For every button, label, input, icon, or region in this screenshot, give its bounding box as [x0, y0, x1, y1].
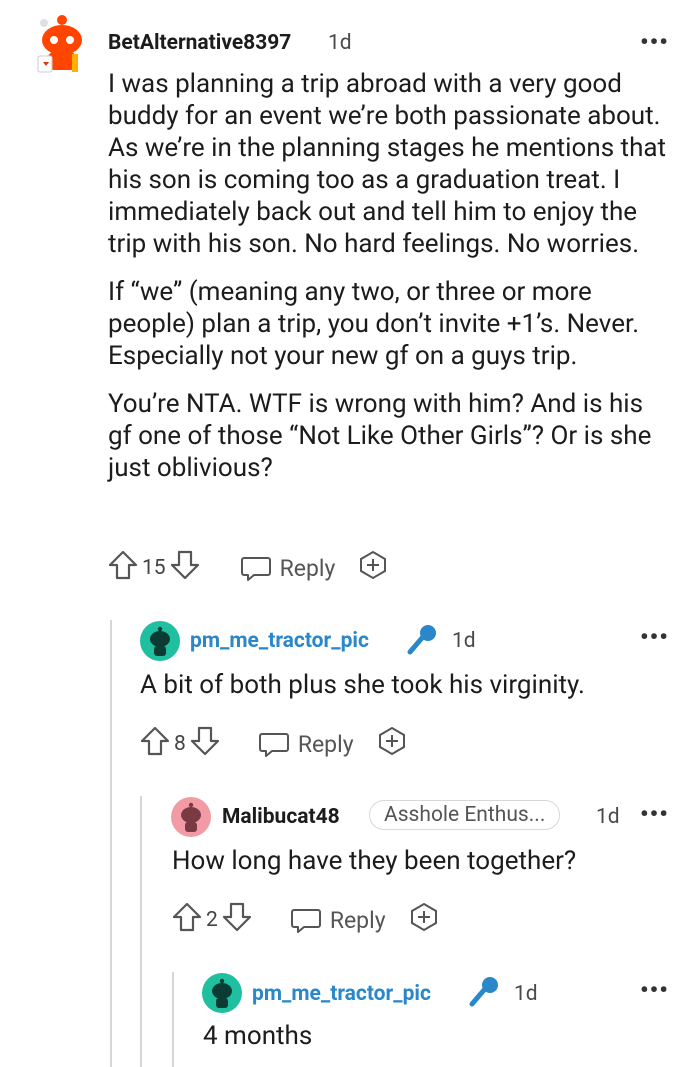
comment-body: A bit of both plus she took his virginit…	[140, 670, 585, 700]
upvote-icon[interactable]	[140, 725, 170, 763]
snoo-avatar-icon	[202, 973, 242, 1013]
more-options-icon[interactable]: •••	[640, 800, 669, 828]
award-icon[interactable]	[376, 725, 408, 763]
downvote-icon[interactable]	[222, 901, 252, 939]
downvote-icon[interactable]	[170, 549, 200, 587]
user-avatar[interactable]	[140, 621, 180, 661]
thread-line	[110, 620, 112, 1067]
comment-body: 4 months	[203, 1021, 313, 1051]
snoo-avatar-icon	[37, 15, 82, 73]
reply-icon	[258, 733, 289, 757]
more-options-icon[interactable]: •••	[640, 28, 669, 56]
snoo-avatar-icon	[171, 797, 211, 837]
user-avatar[interactable]	[202, 973, 242, 1013]
snoo-avatar-icon	[140, 621, 180, 661]
vote-count: 15	[142, 556, 166, 580]
comment-actions: 8 Reply	[140, 726, 408, 762]
comment-paragraph: I was planning a trip abroad with a very…	[108, 69, 667, 259]
reply-button[interactable]: Reply	[258, 729, 354, 759]
op-mic-icon	[466, 974, 502, 1014]
comment-timestamp: 1d	[328, 31, 352, 55]
reply-label: Reply	[279, 554, 336, 582]
reply-button[interactable]: Reply	[240, 553, 336, 583]
award-icon[interactable]	[408, 901, 440, 939]
reply-label: Reply	[329, 906, 386, 934]
reply-button[interactable]: Reply	[290, 905, 386, 935]
award-icon[interactable]	[357, 549, 389, 587]
comment-actions: 15 Reply	[108, 550, 389, 586]
reply-label: Reply	[297, 730, 354, 758]
user-avatar[interactable]	[34, 14, 90, 76]
comment-paragraph: You’re NTA. WTF is wrong with him? And i…	[108, 389, 652, 483]
comment-body: I was planning a trip abroad with a very…	[108, 68, 668, 484]
reply-icon	[290, 909, 321, 933]
comment-body: How long have they been together?	[172, 846, 577, 876]
comment-timestamp: 1d	[452, 629, 476, 653]
vote-count: 2	[206, 908, 218, 932]
comment-username[interactable]: BetAlternative8397	[108, 31, 291, 55]
user-flair: Asshole Enthus...	[369, 800, 561, 830]
vote-count: 8	[174, 732, 186, 756]
comment-timestamp: 1d	[596, 805, 620, 829]
downvote-icon[interactable]	[190, 725, 220, 763]
thread-line	[140, 796, 142, 1067]
comment-actions: 2 Reply	[172, 902, 440, 938]
comment-paragraph: If “we” (meaning any two, or three or mo…	[108, 277, 640, 371]
upvote-icon[interactable]	[172, 901, 202, 939]
reply-icon	[240, 557, 271, 581]
op-mic-icon	[404, 622, 440, 662]
more-options-icon[interactable]: •••	[640, 976, 669, 1004]
more-options-icon[interactable]: •••	[640, 623, 669, 651]
comment-username[interactable]: Malibucat48	[222, 805, 340, 829]
thread-line	[172, 972, 174, 1067]
comment-username[interactable]: pm_me_tractor_pic	[190, 629, 369, 653]
upvote-icon[interactable]	[108, 549, 138, 587]
comment-username[interactable]: pm_me_tractor_pic	[252, 982, 431, 1006]
user-avatar[interactable]	[171, 797, 211, 837]
comment-timestamp: 1d	[514, 982, 538, 1006]
